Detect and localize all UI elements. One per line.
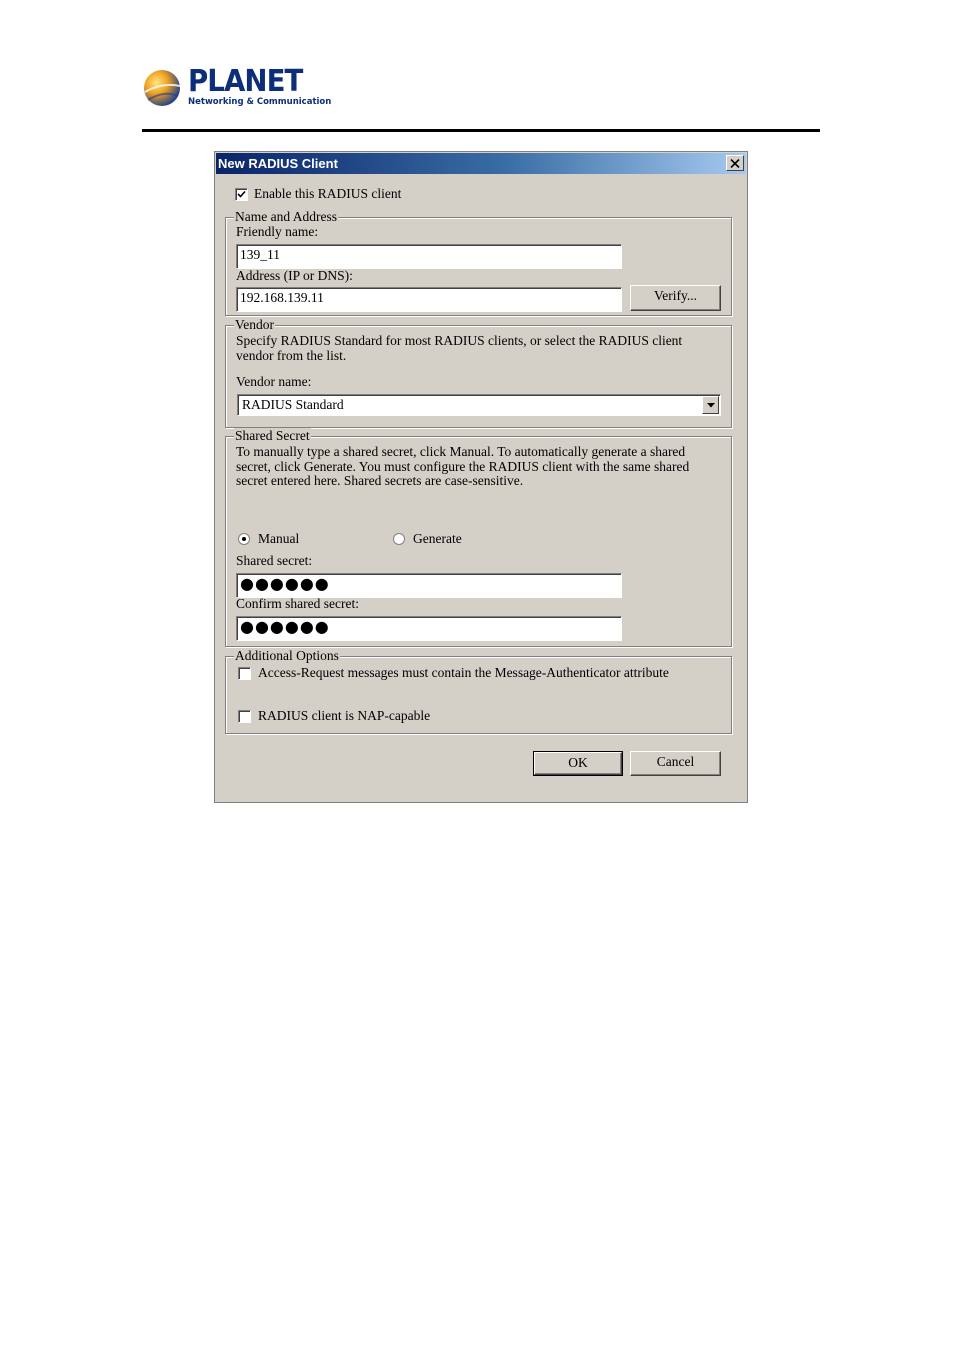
generate-label: Generate [413, 531, 462, 546]
checkmark-icon [237, 190, 246, 198]
enable-client-label: Enable this RADIUS client [254, 186, 402, 201]
enable-client-checkbox[interactable] [235, 188, 248, 201]
vendor-name-label: Vendor name: [236, 374, 312, 389]
header-divider [142, 129, 820, 132]
message-authenticator-label: Access-Request messages must contain the… [258, 665, 669, 680]
shared-secret-input[interactable]: ●●●●●● [236, 573, 622, 598]
address-label: Address (IP or DNS): [236, 268, 353, 283]
planet-globe-icon [144, 70, 181, 106]
brand-tagline: Networking & Communication [188, 97, 332, 107]
planet-logo: PLANET Networking & Communication [142, 64, 331, 110]
brand-name: PLANET [188, 64, 303, 99]
address-input[interactable]: 192.168.139.11 [236, 287, 622, 312]
vendor-selected-value: RADIUS Standard [242, 397, 344, 412]
dialog-title: New RADIUS Client [218, 156, 338, 171]
nap-capable-checkbox[interactable] [238, 710, 251, 723]
close-icon [730, 158, 740, 168]
manual-radio[interactable] [238, 533, 250, 545]
confirm-secret-input[interactable]: ●●●●●● [236, 616, 622, 641]
message-authenticator-checkbox[interactable] [238, 667, 251, 680]
shared-secret-legend: Shared Secret [234, 428, 311, 444]
friendly-name-input[interactable]: 139_11 [236, 244, 622, 269]
nap-capable-label: RADIUS client is NAP-capable [258, 708, 431, 723]
shared-secret-description: To manually type a shared secret, click … [236, 444, 690, 488]
additional-options-legend: Additional Options [234, 648, 340, 664]
vendor-legend: Vendor [234, 317, 275, 333]
verify-button[interactable]: Verify... [630, 285, 721, 311]
vendor-dropdown-button[interactable] [702, 396, 719, 414]
close-button[interactable] [726, 155, 744, 171]
name-address-legend: Name and Address [234, 209, 338, 225]
cancel-button[interactable]: Cancel [630, 751, 721, 776]
vendor-description: Specify RADIUS Standard for most RADIUS … [236, 333, 683, 363]
confirm-secret-label: Confirm shared secret: [236, 596, 359, 611]
dropdown-arrow-icon [706, 402, 715, 407]
generate-radio[interactable] [393, 533, 405, 545]
radio-selected-dot [242, 537, 246, 541]
manual-label: Manual [258, 531, 300, 546]
vendor-name-select[interactable]: RADIUS Standard [237, 394, 721, 416]
shared-secret-label: Shared secret: [236, 553, 313, 568]
title-bar[interactable]: New RADIUS Client [216, 153, 746, 174]
friendly-name-label: Friendly name: [236, 224, 319, 239]
ok-button[interactable]: OK [533, 751, 623, 776]
new-radius-client-dialog: New RADIUS Client Enable this RADIUS cli… [214, 151, 748, 803]
